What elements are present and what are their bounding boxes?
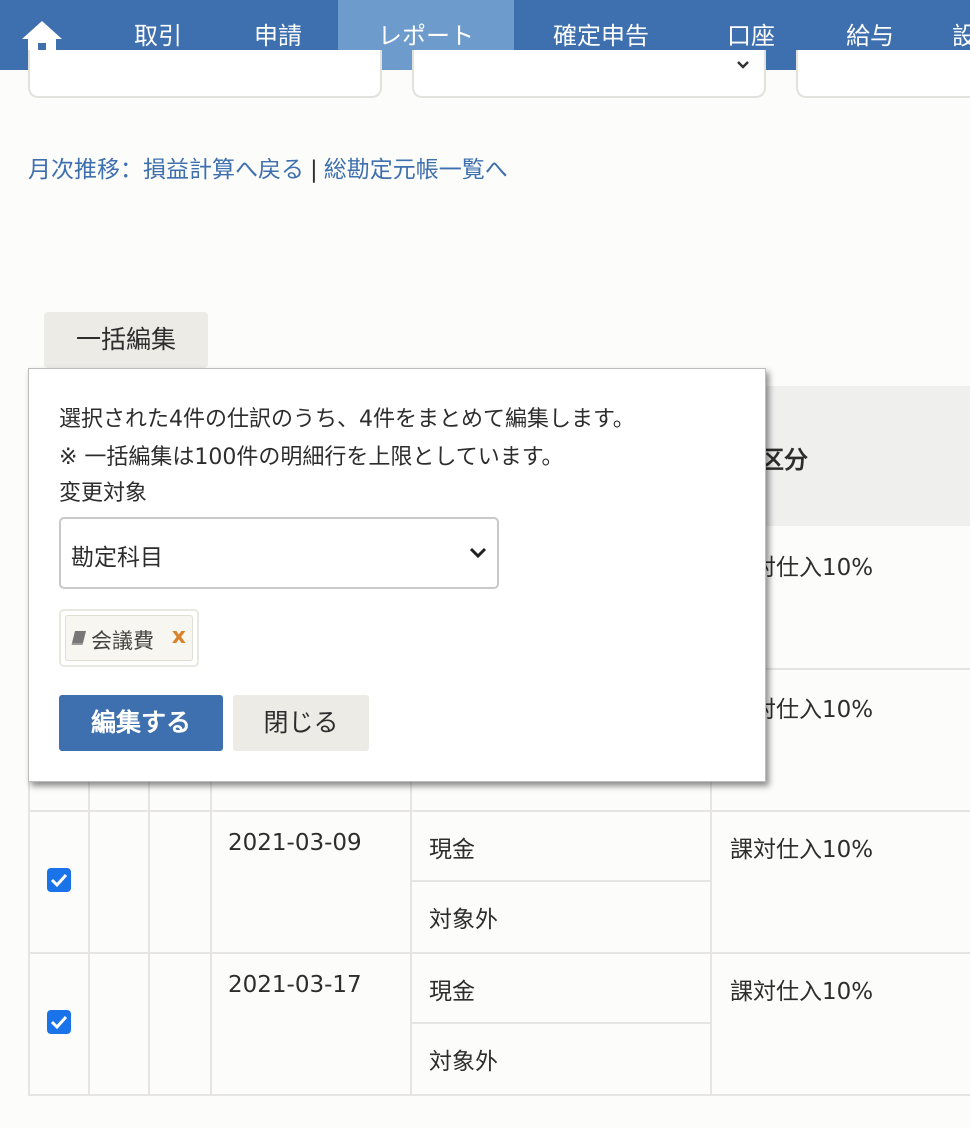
- account-cell: 現金: [429, 979, 475, 1005]
- book-icon: [71, 631, 86, 645]
- filter-field-1[interactable]: [28, 50, 382, 98]
- bulk-edit-popup: 選択された4件の仕訳のうち、4件をまとめて編集します。 ※ 一括編集は100件の…: [28, 368, 766, 782]
- change-target-select[interactable]: 勘定科目: [59, 517, 499, 589]
- back-to-profit-loss-link[interactable]: 月次推移：損益計算へ戻る: [28, 157, 304, 183]
- bulk-edit-button[interactable]: 一括編集: [44, 312, 208, 368]
- row-checkbox[interactable]: [47, 868, 71, 892]
- tax-category-header: 区分: [760, 446, 808, 474]
- popup-message: 選択された4件の仕訳のうち、4件をまとめて編集します。: [59, 407, 635, 432]
- sub-account-cell: 対象外: [429, 907, 498, 933]
- table-row: 2021-03-17 現金 対象外 課対仕入10%: [28, 952, 970, 1096]
- change-target-value: 勘定科目: [71, 545, 163, 571]
- table-row: 2021-03-09 現金 対象外 課対仕入10%: [28, 810, 970, 954]
- filter-field-3[interactable]: [796, 50, 970, 98]
- date-cell: 2021-03-17: [228, 972, 362, 998]
- tax-category-cell: 課対仕入10%: [730, 837, 874, 863]
- account-tag: 会議費 x: [65, 615, 193, 661]
- checkmark-icon: [50, 1015, 68, 1030]
- account-tag-label: 会議費: [91, 629, 154, 653]
- chevron-down-icon: [737, 61, 749, 69]
- account-cell: 現金: [429, 837, 475, 863]
- tax-category-cell: 課対仕入10%: [730, 979, 874, 1005]
- date-cell: 2021-03-09: [228, 830, 362, 856]
- row-checkbox[interactable]: [47, 1010, 71, 1034]
- remove-tag-icon[interactable]: x: [172, 624, 186, 649]
- checkmark-icon: [50, 873, 68, 888]
- account-tag-input[interactable]: 会議費 x: [59, 609, 199, 667]
- change-target-label: 変更対象: [59, 481, 148, 506]
- close-button[interactable]: 閉じる: [233, 695, 369, 751]
- sub-account-cell: 対象外: [429, 1049, 498, 1075]
- popup-limit-note: ※ 一括編集は100件の明細行を上限としています。: [59, 445, 564, 470]
- general-ledger-list-link[interactable]: 総勘定元帳一覧へ: [324, 157, 508, 183]
- filter-select-2[interactable]: [412, 50, 766, 98]
- chevron-down-icon: [469, 547, 487, 559]
- edit-button[interactable]: 編集する: [59, 695, 223, 751]
- link-separator: |: [310, 157, 318, 183]
- report-links: 月次推移：損益計算へ戻る | 総勘定元帳一覧へ: [28, 150, 508, 184]
